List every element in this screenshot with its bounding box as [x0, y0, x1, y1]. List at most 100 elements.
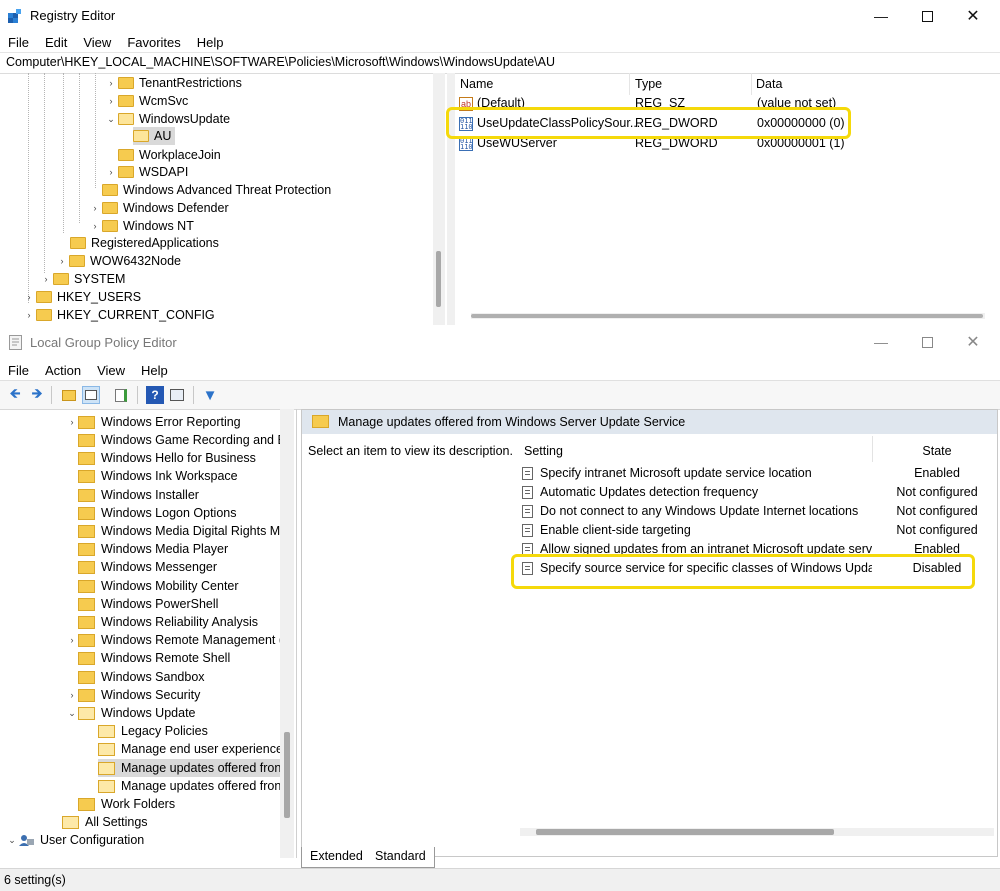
expander-icon[interactable]: ›	[66, 690, 78, 700]
expander-icon[interactable]: ⌄	[66, 708, 78, 719]
menu-edit[interactable]: Edit	[37, 33, 75, 53]
expander-icon[interactable]: ›	[55, 256, 69, 266]
expander-icon[interactable]: ›	[104, 96, 118, 106]
expander-icon[interactable]: ›	[66, 635, 78, 645]
tree-node[interactable]: Manage updates offered fron	[98, 777, 281, 795]
tree-node[interactable]: ⌄ WindowsUpdate	[104, 110, 230, 128]
scroll-thumb[interactable]	[536, 829, 834, 835]
forward-arrow-icon[interactable]: 🡺	[28, 385, 46, 404]
tree-label[interactable]: Manage updates offered fron	[121, 779, 281, 793]
help-icon[interactable]: ?	[146, 386, 164, 404]
column-header-type[interactable]: Type	[635, 77, 662, 91]
column-divider[interactable]	[872, 436, 873, 462]
tree-node[interactable]: ⌄ Windows Update	[66, 704, 195, 722]
export-list-icon[interactable]	[112, 386, 130, 404]
tree-node[interactable]: RegisteredApplications	[70, 234, 219, 252]
tree-node[interactable]: Manage end user experience	[98, 740, 283, 758]
tree-node[interactable]: Windows Advanced Threat Protection	[102, 181, 331, 199]
tree-label[interactable]: TenantRestrictions	[139, 76, 242, 90]
tree-node[interactable]: Windows Remote Shell	[66, 649, 230, 667]
policy-row[interactable]: Automatic Updates detection frequency Not…	[520, 483, 990, 502]
tree-node[interactable]: Windows Hello for Business	[66, 449, 256, 467]
registry-key-tree[interactable]: › TenantRestrictions › WcmSvc ⌄ WindowsUpda…	[0, 73, 447, 325]
tree-node[interactable]: Windows Mobility Center	[66, 577, 239, 595]
expander-icon[interactable]: ›	[66, 417, 78, 427]
address-bar[interactable]: Computer\HKEY_LOCAL_MACHINE\SOFTWARE\Pol…	[0, 52, 1000, 74]
tree-label[interactable]: Windows Ink Workspace	[101, 469, 238, 483]
tree-label[interactable]: SYSTEM	[74, 272, 125, 286]
tree-node[interactable]: Windows Game Recording and Br	[66, 431, 290, 449]
tree-label[interactable]: Windows Advanced Threat Protection	[123, 183, 331, 197]
tree-label[interactable]: Windows Sandbox	[101, 670, 205, 684]
expander-icon[interactable]: ›	[104, 167, 118, 177]
tree-label[interactable]: Windows PowerShell	[101, 597, 218, 611]
menu-view[interactable]: View	[75, 33, 119, 53]
tree-node[interactable]: › Windows Error Reporting	[66, 413, 241, 431]
close-button[interactable]: ✕	[950, 326, 996, 358]
tree-label[interactable]: Windows Messenger	[101, 560, 217, 574]
tree-scrollbar[interactable]	[433, 73, 445, 325]
tree-label[interactable]: WindowsUpdate	[139, 112, 230, 126]
scroll-thumb[interactable]	[436, 251, 441, 307]
menu-help[interactable]: Help	[133, 361, 176, 381]
tree-node[interactable]: ⌄ User Configuration	[6, 831, 144, 849]
column-divider[interactable]	[629, 73, 630, 95]
tree-node[interactable]: Windows PowerShell	[66, 595, 218, 613]
tree-label[interactable]: Manage end user experience	[121, 742, 283, 756]
tree-label[interactable]: WcmSvc	[139, 94, 188, 108]
tree-node[interactable]: › WSDAPI	[104, 163, 189, 181]
tree-label[interactable]: WSDAPI	[139, 165, 188, 179]
column-header-name[interactable]: Name	[460, 77, 493, 91]
tree-label[interactable]: Windows Installer	[101, 488, 199, 502]
tree-node[interactable]: › HKEY_CURRENT_CONFIG	[22, 306, 215, 324]
tree-node[interactable]: Windows Messenger	[66, 558, 217, 576]
menu-file[interactable]: File	[0, 361, 37, 381]
tree-node[interactable]: › SYSTEM	[39, 270, 126, 288]
tab-extended[interactable]: Extended	[301, 847, 372, 868]
registry-title-bar[interactable]: Registry Editor — ✕	[0, 0, 1000, 32]
menu-view[interactable]: View	[89, 361, 133, 381]
menu-favorites[interactable]: Favorites	[119, 33, 188, 53]
tree-label[interactable]: Windows Media Digital Rights M	[101, 524, 280, 538]
tree-node[interactable]: WorkplaceJoin	[118, 146, 221, 164]
column-header-setting[interactable]: Setting	[524, 444, 563, 458]
up-folder-icon[interactable]	[60, 386, 78, 404]
tree-node-selected[interactable]: Manage updates offered fron	[98, 759, 284, 777]
policy-tree[interactable]: › Windows Error Reporting Windows Game Re…	[0, 409, 297, 858]
policy-row[interactable]: Do not connect to any Windows Update Int…	[520, 502, 990, 521]
tree-label[interactable]: Windows Media Player	[101, 542, 228, 556]
horizontal-scrollbar[interactable]	[471, 313, 985, 319]
tree-label[interactable]: Work Folders	[101, 797, 175, 811]
policy-row[interactable]: Enable client-side targeting Not configur…	[520, 521, 990, 540]
show-hide-tree-icon[interactable]	[82, 386, 100, 404]
tree-node[interactable]: › Windows Security	[66, 686, 201, 704]
expander-icon[interactable]: ⌄	[104, 114, 118, 125]
tree-label[interactable]: Windows Security	[101, 688, 200, 702]
minimize-button[interactable]: —	[858, 326, 904, 358]
back-arrow-icon[interactable]: 🡸	[6, 385, 24, 404]
tree-node[interactable]: Windows Sandbox	[66, 668, 205, 686]
filter-icon[interactable]: ▼	[201, 386, 219, 404]
tree-node[interactable]: Windows Media Digital Rights M	[66, 522, 280, 540]
tree-node[interactable]: › TenantRestrictions	[104, 74, 242, 92]
column-header-state[interactable]: State	[882, 444, 992, 458]
tree-label[interactable]: Legacy Policies	[121, 724, 208, 738]
tab-standard[interactable]: Standard	[367, 847, 435, 868]
tree-node[interactable]: › Windows Remote Management (\	[66, 631, 287, 649]
tree-label[interactable]: Windows Logon Options	[101, 506, 237, 520]
tree-node-selected[interactable]: AU	[133, 127, 176, 145]
tree-node[interactable]: › WcmSvc	[104, 92, 189, 110]
scroll-thumb[interactable]	[284, 732, 290, 818]
expander-icon[interactable]: ⌄	[6, 835, 18, 846]
tree-node[interactable]: Windows Installer	[66, 486, 199, 504]
tree-label[interactable]: Windows NT	[123, 219, 194, 233]
tree-label[interactable]: RegisteredApplications	[91, 236, 219, 250]
tree-label[interactable]: All Settings	[85, 815, 148, 829]
tree-node[interactable]: › WOW6432Node	[55, 252, 182, 270]
column-divider[interactable]	[751, 73, 752, 95]
tree-node[interactable]: Windows Reliability Analysis	[66, 613, 258, 631]
tree-label[interactable]: Windows Game Recording and Br	[101, 433, 290, 447]
tree-label[interactable]: HKEY_CURRENT_CONFIG	[57, 308, 215, 322]
tree-node[interactable]: All Settings	[62, 813, 148, 831]
expander-icon[interactable]: ›	[88, 221, 102, 231]
